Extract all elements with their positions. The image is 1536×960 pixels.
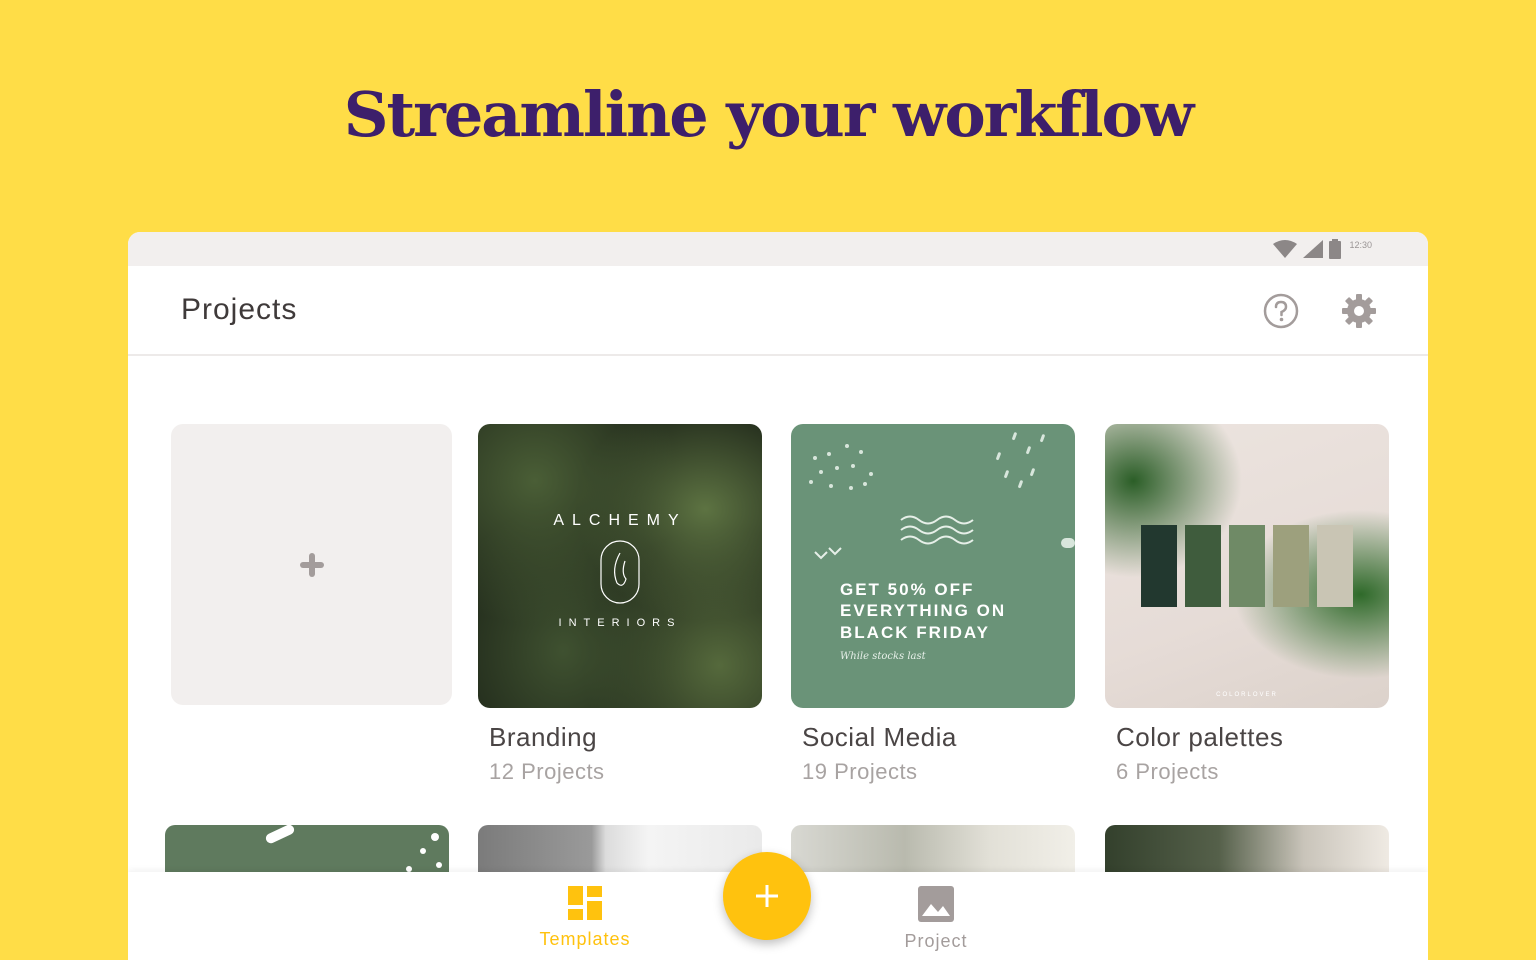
headline: Streamline your workflow [343, 78, 1195, 151]
battery-icon [1329, 239, 1342, 259]
branding-thumbnail: ALCHEMY INTERIORS [478, 424, 762, 708]
status-time: 12:30 [1349, 240, 1372, 250]
thumb-note: While stocks last [840, 651, 926, 662]
card-count: 12 Projects [489, 759, 605, 784]
thumb-line-1: GET 50% OFF [840, 580, 975, 599]
signal-icon [1303, 240, 1324, 258]
social-media-thumbnail: GET 50% OFF EVERYTHING ON BLACK FRIDAY W… [791, 424, 1075, 708]
nav-templates[interactable]: Templates [525, 886, 645, 950]
thumb-line-3: BLACK FRIDAY [840, 623, 990, 642]
nav-project-label: Project [904, 931, 968, 951]
status-bar: 12:30 [128, 232, 1428, 266]
plus-icon [299, 552, 324, 577]
grid-icon [568, 886, 602, 920]
card-social-media[interactable]: GET 50% OFF EVERYTHING ON BLACK FRIDAY W… [791, 424, 1075, 785]
thumb-text-top: ALCHEMY [553, 512, 687, 529]
dots-decoration-icon [809, 432, 1075, 560]
help-circle-icon [1263, 293, 1299, 329]
card-title: Social Media [802, 722, 957, 752]
nav-project[interactable]: Project [876, 886, 996, 952]
card-title: Branding [489, 722, 598, 752]
settings-button[interactable] [1340, 292, 1378, 330]
thumb-mark: COLORLOVER [1216, 692, 1278, 698]
color-palettes-thumbnail: COLORLOVER [1105, 424, 1389, 708]
app-bar: Projects [128, 266, 1428, 356]
thumb-line-2: EVERYTHING ON [840, 601, 1007, 620]
card-color-palettes[interactable]: COLORLOVER Color palettes 6 Projects [1105, 424, 1389, 785]
swatch-3 [1229, 525, 1265, 607]
gear-icon [1342, 294, 1376, 328]
swatch-1 [1141, 525, 1177, 607]
card-title: Color palettes [1116, 722, 1284, 752]
swatch-5 [1317, 525, 1353, 607]
tablet-frame: 12:30 Projects ALCHEMY INTERIORS Brandin… [128, 232, 1428, 960]
help-button[interactable] [1262, 292, 1300, 330]
card-branding[interactable]: ALCHEMY INTERIORS Branding 12 Projects [478, 424, 762, 785]
page-title: Projects [181, 293, 298, 326]
emblem-icon [600, 540, 640, 604]
card-count: 6 Projects [1116, 759, 1219, 784]
swatch-4 [1273, 525, 1309, 607]
image-icon [918, 886, 954, 922]
swatch-2 [1185, 525, 1221, 607]
card-count: 19 Projects [802, 759, 918, 784]
nav-templates-label: Templates [539, 929, 631, 949]
add-fab-button[interactable] [723, 852, 811, 940]
plus-icon [756, 885, 778, 907]
new-project-card[interactable] [171, 424, 452, 705]
wifi-icon [1273, 240, 1298, 258]
thumb-text-bottom: INTERIORS [558, 617, 682, 629]
